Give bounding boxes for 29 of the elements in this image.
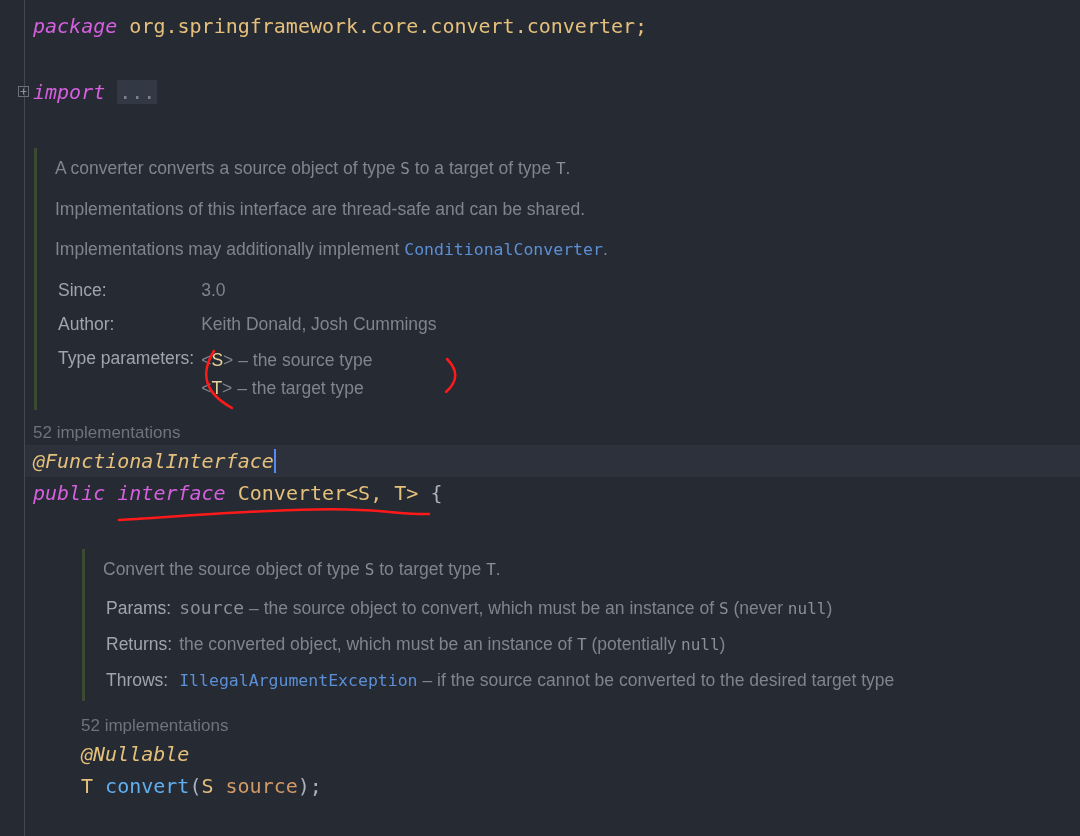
code-line: public interface Converter<S, T> {	[33, 480, 443, 506]
code-line: T convert(S source);	[81, 773, 322, 799]
doc-paragraph: Implementations of this interface are thread-safe and can be shared.	[55, 198, 587, 221]
usage-hint[interactable]: 52 implementations	[25, 421, 181, 445]
annotation-stroke	[204, 349, 234, 410]
code-line: import ...	[33, 78, 158, 105]
code-line: @FunctionalInterface	[33, 448, 274, 474]
tag-label: Author:	[58, 313, 116, 336]
doc-paragraph: A converter converts a source object of type S to a target of type T.	[55, 157, 572, 180]
tag-value: IllegalArgumentException – if the source cannot be converted to the desired target type	[179, 669, 895, 692]
tag-label: Type parameters:	[58, 347, 195, 370]
tag-label: Returns:	[106, 633, 173, 656]
tag-value: 3.0	[201, 279, 226, 302]
tag-label: Since:	[58, 279, 108, 302]
tag-label: Params:	[106, 597, 173, 620]
expand-icon[interactable]	[18, 86, 29, 97]
tag-value: Keith Donald, Josh Cummings	[201, 313, 437, 336]
code-line: package org.springframework.core.convert.converter;	[33, 12, 648, 39]
doc-link[interactable]: ConditionalConverter	[404, 240, 603, 259]
doc-paragraph: Implementations may additionally implement ConditionalConverter.	[55, 238, 609, 261]
doc-paragraph: Convert the source object of type S to target type T.	[103, 558, 502, 581]
tag-value: source – the source object to convert, which must be an instance of S (never null)	[179, 596, 833, 620]
usage-hint[interactable]: 52 implementations	[73, 714, 229, 738]
annotation-stroke	[444, 357, 457, 394]
doc-link[interactable]: IllegalArgumentException	[179, 671, 418, 690]
tag-value: the converted object, which must be an instance of T (potentially null)	[179, 633, 726, 656]
tag-label: Throws:	[106, 669, 170, 692]
code-line: @Nullable	[81, 741, 190, 767]
tag-value: <T> – the target type	[201, 377, 364, 400]
